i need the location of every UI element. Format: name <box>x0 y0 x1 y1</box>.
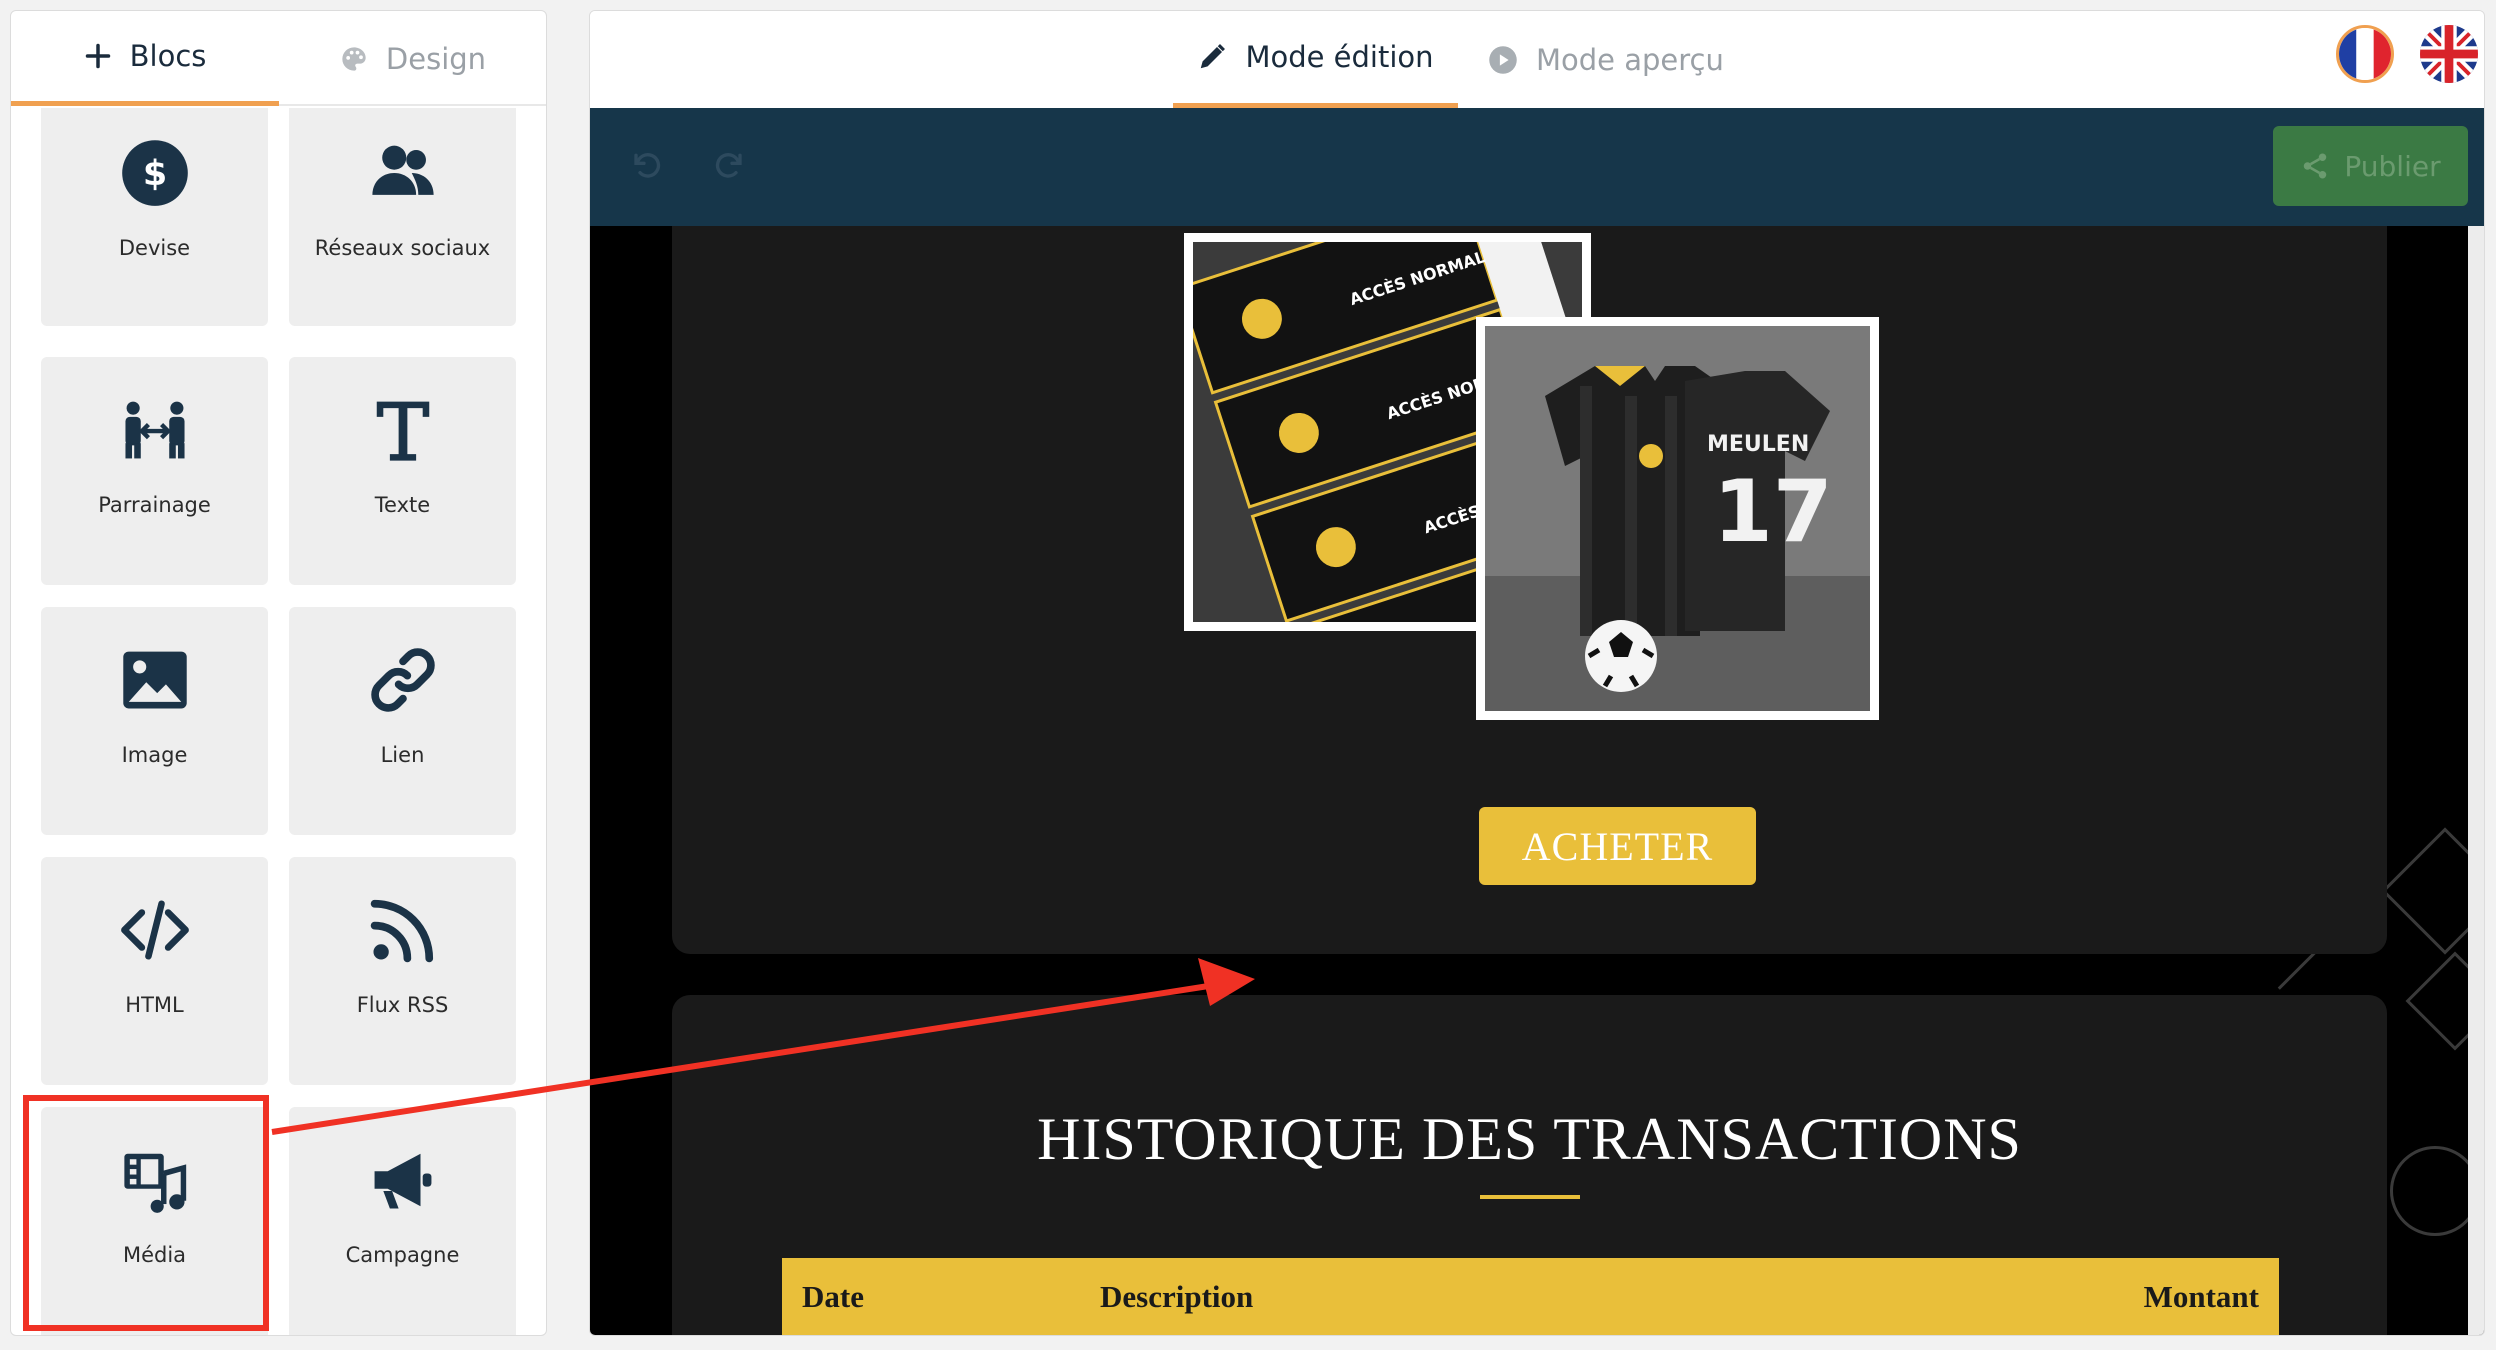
plus-icon <box>85 43 110 69</box>
media-icon <box>123 1153 186 1213</box>
french-flag-icon[interactable] <box>2336 25 2394 83</box>
uk-flag-icon[interactable] <box>2420 25 2478 83</box>
page-canvas: ACCÈS NORMAL ACCÈS NORMAL ACCÈS NORMAL <box>590 226 2484 1335</box>
publish-button[interactable]: Publier <box>2273 126 2468 206</box>
block-devise[interactable]: $ Devise <box>41 108 268 326</box>
buy-button[interactable]: ACHETER <box>1479 807 1756 885</box>
block-label: HTML <box>125 993 184 1017</box>
block-campaign[interactable]: Campagne <box>289 1107 516 1335</box>
transactions-title: HISTORIQUE DES TRANSACTIONS <box>1037 1106 2022 1172</box>
block-media[interactable]: Média <box>41 1107 268 1335</box>
rss-icon <box>370 899 433 963</box>
svg-text:$: $ <box>142 154 166 194</box>
canvas-scrollbar[interactable] <box>2468 226 2484 1335</box>
column-header-date[interactable]: Date <box>802 1258 864 1335</box>
block-social-networks[interactable]: Réseaux sociaux <box>289 108 516 326</box>
block-referral[interactable]: Parrainage <box>41 357 268 585</box>
blocks-panel: Blocs Design $ Devise Réseaux sociaux Pa… <box>10 10 547 1336</box>
tab-edit-mode[interactable]: Mode édition <box>1173 11 1458 108</box>
users-icon <box>371 145 434 195</box>
editor-mode-tabs: Mode édition Mode aperçu <box>590 11 2484 108</box>
tab-design[interactable]: Design <box>279 11 546 106</box>
block-image[interactable]: Image <box>41 607 268 835</box>
pencil-icon <box>1201 44 1226 69</box>
link-icon <box>370 648 435 712</box>
referral-icon <box>124 401 185 459</box>
text-icon <box>376 401 429 461</box>
block-label: Image <box>121 743 188 767</box>
undo-icon[interactable] <box>632 150 664 182</box>
block-link[interactable]: Lien <box>289 607 516 835</box>
play-circle-icon <box>1489 45 1517 74</box>
jersey-image[interactable]: MEULEN 17 <box>1476 317 1879 720</box>
editor-toolbar: Publier <box>590 108 2484 226</box>
block-label: Média <box>122 1243 187 1267</box>
tab-blocks-label: Blocs <box>129 39 207 73</box>
code-icon <box>120 900 189 960</box>
product-card: ACCÈS NORMAL ACCÈS NORMAL ACCÈS NORMAL <box>672 226 2387 954</box>
jersey-name: MEULEN <box>1707 432 1809 457</box>
block-rss-feed[interactable]: Flux RSS <box>289 857 516 1085</box>
blocks-grid: $ Devise Réseaux sociaux Parrainage Text… <box>11 108 546 1335</box>
block-html[interactable]: HTML <box>41 857 268 1085</box>
panel-tabs: Blocs Design <box>11 11 546 106</box>
block-label: Devise <box>118 236 191 260</box>
decorative-circle <box>2390 1146 2480 1236</box>
publish-label: Publier <box>2344 149 2441 183</box>
column-header-amount[interactable]: Montant <box>2144 1258 2259 1335</box>
megaphone-icon <box>374 1153 431 1209</box>
tab-design-label: Design <box>385 41 487 76</box>
transactions-table-header: Date Description Montant <box>782 1258 2279 1335</box>
redo-icon[interactable] <box>712 150 744 182</box>
column-header-description[interactable]: Description <box>1100 1258 1253 1335</box>
transactions-section: HISTORIQUE DES TRANSACTIONS Date Descrip… <box>672 995 2387 1335</box>
tab-blocks[interactable]: Blocs <box>11 11 279 106</box>
tab-edit-mode-label: Mode édition <box>1245 40 1434 74</box>
palette-icon <box>342 46 366 71</box>
title-underline <box>1480 1195 1580 1199</box>
jersey-number: 17 <box>1713 462 1833 562</box>
block-label: Réseaux sociaux <box>314 236 491 260</box>
block-text[interactable]: Texte <box>289 357 516 585</box>
block-label: Parrainage <box>98 493 211 517</box>
block-label: Lien <box>380 743 425 767</box>
block-label: Flux RSS <box>356 993 449 1017</box>
editor-panel: Mode édition Mode aperçu Publier ACCÈS N… <box>589 10 2485 1336</box>
tab-preview-mode-label: Mode aperçu <box>1536 42 1724 77</box>
dollar-circle-icon: $ <box>121 140 188 206</box>
share-icon <box>2304 153 2327 179</box>
block-label: Campagne <box>345 1243 460 1267</box>
image-icon <box>122 651 187 709</box>
tab-preview-mode[interactable]: Mode aperçu <box>1488 11 1724 108</box>
block-label: Texte <box>374 493 431 517</box>
